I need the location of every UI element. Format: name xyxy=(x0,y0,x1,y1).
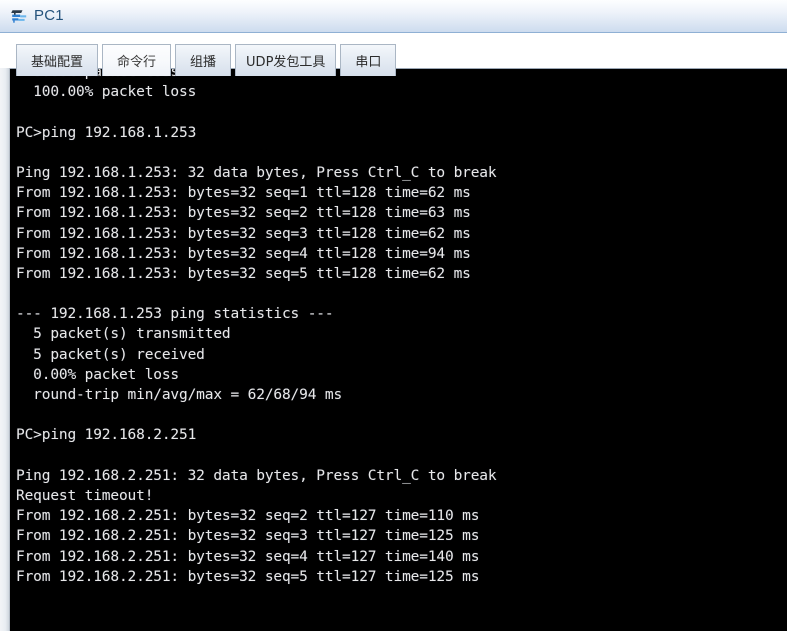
tab-multicast[interactable]: 组播 xyxy=(175,44,232,76)
terminal-line: From 192.168.2.251: bytes=32 seq=3 ttl=1… xyxy=(16,528,480,545)
terminal-line: From 192.168.1.253: bytes=32 seq=4 ttl=1… xyxy=(16,245,471,262)
terminal-line: Ping 192.168.1.253: 32 data bytes, Press… xyxy=(16,164,497,181)
tab-serial-port[interactable]: 串口 xyxy=(340,44,397,76)
terminal-line: PC>ping 192.168.2.251 xyxy=(16,427,197,444)
terminal-line: From 192.168.2.251: bytes=32 seq=4 ttl=1… xyxy=(16,548,480,565)
terminal-line: From 192.168.1.253: bytes=32 seq=3 ttl=1… xyxy=(16,225,471,242)
tab-bar[interactable]: 基础配置 命令行 组播 UDP发包工具 串口 xyxy=(16,44,400,76)
pc1-window: PC1 0.00% packet loss 100.00% packet los… xyxy=(0,0,787,631)
window-body: 0.00% packet loss 100.00% packet loss PC>… xyxy=(0,34,787,631)
terminal-line: 100.00% packet loss xyxy=(16,84,197,101)
terminal-left-gutter xyxy=(0,68,10,631)
terminal-line: 5 packet(s) received xyxy=(16,346,205,363)
command-line-terminal[interactable]: 0.00% packet loss 100.00% packet loss PC>… xyxy=(10,68,787,631)
tab-basic-config[interactable]: 基础配置 xyxy=(16,44,99,76)
terminal-line: From 192.168.1.253: bytes=32 seq=2 ttl=1… xyxy=(16,205,471,222)
terminal-surface[interactable]: 0.00% packet loss 100.00% packet loss PC>… xyxy=(10,69,787,631)
tab-label: 组播 xyxy=(190,55,217,70)
tab-label: 命令行 xyxy=(117,55,157,70)
terminal-line: PC>ping 192.168.1.253 xyxy=(16,124,197,141)
tab-label: 基础配置 xyxy=(31,55,84,70)
window-titlebar: PC1 xyxy=(0,0,787,33)
terminal-line: --- 192.168.1.253 ping statistics --- xyxy=(16,306,334,323)
terminal-line: From 192.168.1.253: bytes=32 seq=1 ttl=1… xyxy=(16,185,471,202)
terminal-line: Ping 192.168.2.251: 32 data bytes, Press… xyxy=(16,467,497,484)
terminal-line: Request timeout! xyxy=(16,487,154,504)
window-title: PC1 xyxy=(34,7,64,24)
terminal-line: From 192.168.2.251: bytes=32 seq=2 ttl=1… xyxy=(16,508,480,525)
tab-label: 串口 xyxy=(355,55,382,70)
terminal-line: 5 packet(s) transmitted xyxy=(16,326,231,343)
terminal-output: 0.00% packet loss 100.00% packet loss PC>… xyxy=(16,69,787,587)
terminal-line: round-trip min/avg/max = 62/68/94 ms xyxy=(16,387,343,403)
tab-udp-tool[interactable]: UDP发包工具 xyxy=(235,44,337,76)
terminal-line: From 192.168.1.253: bytes=32 seq=5 ttl=1… xyxy=(16,265,471,282)
terminal-line: 0.00% packet loss xyxy=(16,366,180,383)
pc-device-icon xyxy=(11,9,27,23)
tab-command-line[interactable]: 命令行 xyxy=(102,44,172,76)
tab-label: UDP发包工具 xyxy=(246,55,326,70)
terminal-line: From 192.168.2.251: bytes=32 seq=5 ttl=1… xyxy=(16,568,480,585)
